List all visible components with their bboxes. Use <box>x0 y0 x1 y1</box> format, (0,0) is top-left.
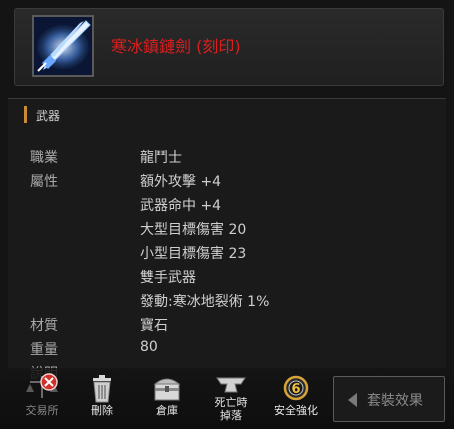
storage-label: 倉庫 <box>156 404 178 417</box>
item-detail-panel: 武器 職業 龍鬥士 屬性 額外攻擊 +4 武器命中 +4 大型目標傷害 20 小… <box>8 98 446 379</box>
storage-button[interactable]: 倉庫 <box>139 372 195 428</box>
chest-icon <box>153 378 181 401</box>
property-value: 80 <box>140 339 158 355</box>
property-label: 材質 <box>30 318 58 334</box>
item-name: 寒冰鎮鏈劍 (刻印) <box>111 37 241 56</box>
item-header-panel: 寒冰鎮鏈劍 (刻印) <box>14 8 444 86</box>
safe-enhance-button[interactable]: 6 安全強化 <box>268 372 324 428</box>
property-row: 大型目標傷害 20 <box>8 216 446 240</box>
property-row: 小型目標傷害 23 <box>8 240 446 264</box>
property-value: 額外攻擊 +4 <box>140 174 222 190</box>
property-row: 材質 寶石 <box>8 312 446 336</box>
property-value: 武器命中 +4 <box>140 198 222 214</box>
property-value: 小型目標傷害 23 <box>140 246 247 262</box>
property-value: 大型目標傷害 20 <box>140 222 247 238</box>
exchange-label: 交易所 <box>25 404 59 417</box>
exchange-button[interactable]: 交易所 <box>14 372 70 428</box>
property-value: 雙手武器 <box>140 270 196 286</box>
scale-disabled-icon <box>26 373 58 398</box>
death-drop-button[interactable]: 死亡時 掉落 <box>203 372 259 428</box>
property-row: 武器命中 +4 <box>8 192 446 216</box>
property-value: 發動:寒冰地裂術 1% <box>140 294 270 310</box>
property-label: 重量 <box>30 342 58 358</box>
section-accent-bar <box>24 106 27 123</box>
safe-enhance-icon: 6 <box>283 375 309 401</box>
property-label: 屬性 <box>30 174 58 190</box>
ice-sword-icon <box>32 15 94 77</box>
safe-enhance-badge: 6 <box>291 382 300 397</box>
property-row: 職業 龍鬥士 <box>8 144 446 168</box>
property-row: 發動:寒冰地裂術 1% <box>8 288 446 312</box>
set-effect-label: 套裝效果 <box>367 393 423 409</box>
property-value: 寶石 <box>140 318 168 334</box>
property-label: 職業 <box>30 150 58 166</box>
trash-icon <box>93 375 111 403</box>
safe-enhance-label: 安全強化 <box>274 404 318 417</box>
delete-label: 刪除 <box>91 404 113 417</box>
property-value: 龍鬥士 <box>140 150 182 166</box>
property-row: 屬性 額外攻擊 +4 <box>8 168 446 192</box>
anvil-icon <box>216 377 246 393</box>
set-effect-button[interactable]: 套裝效果 <box>333 376 445 422</box>
property-row: 重量 80 <box>8 336 446 360</box>
arrow-left-icon <box>348 393 357 407</box>
delete-button[interactable]: 刪除 <box>74 372 130 428</box>
section-title: 武器 <box>36 109 61 123</box>
death-drop-label: 死亡時 掉落 <box>214 396 248 422</box>
property-row: 雙手武器 <box>8 264 446 288</box>
